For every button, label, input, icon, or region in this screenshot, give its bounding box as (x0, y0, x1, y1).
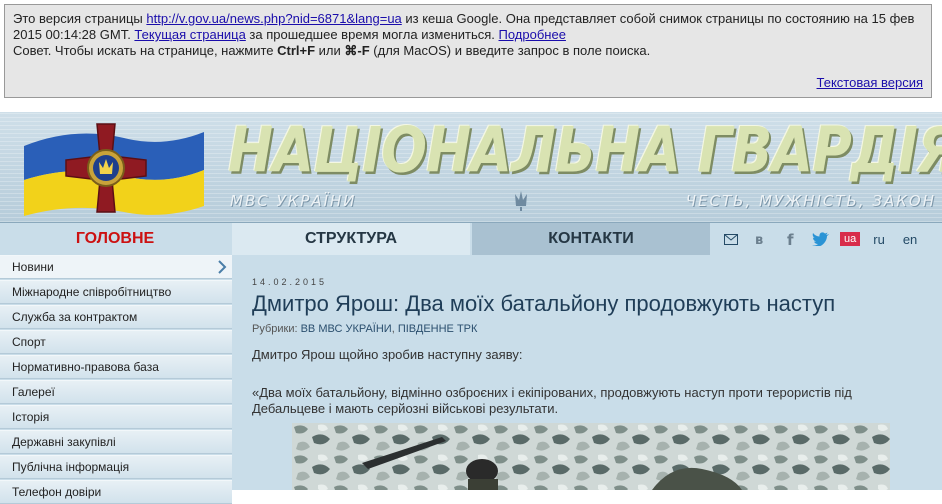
nav-tab-structure[interactable]: СТРУКТУРА (232, 223, 470, 255)
sidebar-menu: Новини Міжнародне співробітництво Служба… (0, 255, 232, 504)
tip-shortcut-cmd: ⌘-F (344, 43, 370, 58)
google-cache-banner: Это версия страницы http://v.gov.ua/news… (4, 4, 932, 98)
language-ru[interactable]: ru (868, 232, 890, 247)
sidebar-item-label: Міжнародне співробітництво (12, 285, 172, 299)
sidebar-item-label: Новини (12, 260, 54, 274)
sidebar-item-public-info[interactable]: Публічна інформація (0, 455, 232, 479)
article-photo (292, 423, 890, 490)
chevron-right-icon (218, 260, 227, 274)
national-guard-emblem-icon[interactable] (14, 118, 206, 218)
cached-url-link[interactable]: http://v.gov.ua/news.php?nid=6871&lang=u… (146, 11, 401, 26)
sidebar-item-label: Державні закупівлі (12, 435, 116, 449)
cache-info-line: Это версия страницы http://v.gov.ua/news… (13, 11, 923, 43)
tip-or: или (315, 43, 345, 58)
sidebar-item-news[interactable]: Новини (0, 255, 232, 279)
rubrics-label: Рубрики: (252, 323, 301, 335)
facebook-icon[interactable]: f (780, 229, 802, 249)
more-info-link[interactable]: Подробнее (499, 27, 566, 42)
sidebar-item-label: Історія (12, 410, 50, 424)
nav-tab-contacts[interactable]: КОНТАКТИ (472, 223, 710, 255)
rubric-link-internal-troops[interactable]: ВВ МВС УКРАЇНИ (301, 323, 392, 335)
article-quote: «Два моїх батальйону, відмінно озброєних… (252, 385, 852, 416)
post-title[interactable]: Дмитро Ярош: Два моїх батальйону продовж… (252, 291, 835, 317)
twitter-icon[interactable] (810, 229, 832, 249)
nav-tab-home[interactable]: ГОЛОВНЕ (0, 223, 230, 255)
svg-text:в: в (755, 233, 763, 246)
tip-shortcut-ctrl: Ctrl+F (277, 43, 316, 58)
text-version-link[interactable]: Текстовая версия (817, 75, 923, 91)
tip-text: Совет. Чтобы искать на странице, нажмите (13, 43, 278, 58)
sidebar-item-international[interactable]: Міжнародне співробітництво (0, 280, 232, 304)
language-ua[interactable]: ua (840, 232, 861, 246)
cache-text-1: Это версия страницы (13, 11, 147, 26)
sidebar-item-label: Нормативно-правова база (12, 360, 159, 374)
tip-text-end: (для MacOS) и введите запрос в поле поис… (369, 43, 651, 58)
site-motto: МВС УКРАЇНИ ЧЕСТЬ, МУЖНІСТЬ, ЗАКОН (230, 190, 936, 212)
sidebar-item-label: Спорт (12, 335, 46, 349)
sidebar-item-history[interactable]: Історія (0, 405, 232, 429)
current-page-link[interactable]: Текущая страница (134, 27, 245, 42)
sidebar-item-label: Телефон довіри (12, 485, 102, 499)
main-navigation: ГОЛОВНЕ СТРУКТУРА КОНТАКТИ в f ua ru en (0, 223, 942, 255)
sidebar-item-galleries[interactable]: Галереї (0, 380, 232, 404)
svg-text:f: f (787, 231, 794, 247)
motto-left: МВС УКРАЇНИ (230, 192, 357, 210)
article: 14.02.2015 Дмитро Ярош: Два моїх батальй… (250, 255, 942, 490)
cache-text-4: за прошедшее время могла измениться. (245, 27, 499, 42)
motto-right: ЧЕСТЬ, МУЖНІСТЬ, ЗАКОН (685, 192, 936, 210)
search-tip: Совет. Чтобы искать на странице, нажмите… (13, 43, 923, 59)
sidebar-item-label: Служба за контрактом (12, 310, 138, 324)
language-en[interactable]: en (898, 232, 922, 247)
site-header: НАЦІОНАЛЬНА ГВАРДІЯ УКРАЇНИ МВС УКРАЇНИ … (0, 112, 942, 223)
cache-text-2: из кеша Google. Она представляет собой с… (401, 11, 915, 26)
trident-icon (515, 191, 528, 211)
site-page: НАЦІОНАЛЬНА ГВАРДІЯ УКРАЇНИ МВС УКРАЇНИ … (0, 112, 942, 504)
mail-icon[interactable] (720, 229, 742, 249)
sidebar-item-label: Галереї (12, 385, 55, 399)
sidebar-item-sport[interactable]: Спорт (0, 330, 232, 354)
sidebar-item-contract-service[interactable]: Служба за контрактом (0, 305, 232, 329)
sidebar-item-regulations[interactable]: Нормативно-правова база (0, 355, 232, 379)
cache-text-3: 2015 00:14:28 GMT. (13, 27, 135, 42)
sidebar-item-hotline[interactable]: Телефон довіри (0, 480, 232, 504)
vkontakte-icon[interactable]: в (750, 229, 772, 249)
post-rubrics: Рубрики: ВВ МВС УКРАЇНИ, ПІВДЕННЕ ТРК (252, 323, 477, 335)
post-date: 14.02.2015 (252, 277, 328, 287)
social-and-language-bar: в f ua ru en (720, 223, 922, 255)
sidebar-item-procurement[interactable]: Державні закупівлі (0, 430, 232, 454)
article-intro: Дмитро Ярош щойно зробив наступну заяву: (252, 347, 523, 362)
sidebar-item-label: Публічна інформація (12, 460, 130, 474)
rubric-link-south[interactable]: ПІВДЕННЕ ТРК (398, 323, 478, 335)
